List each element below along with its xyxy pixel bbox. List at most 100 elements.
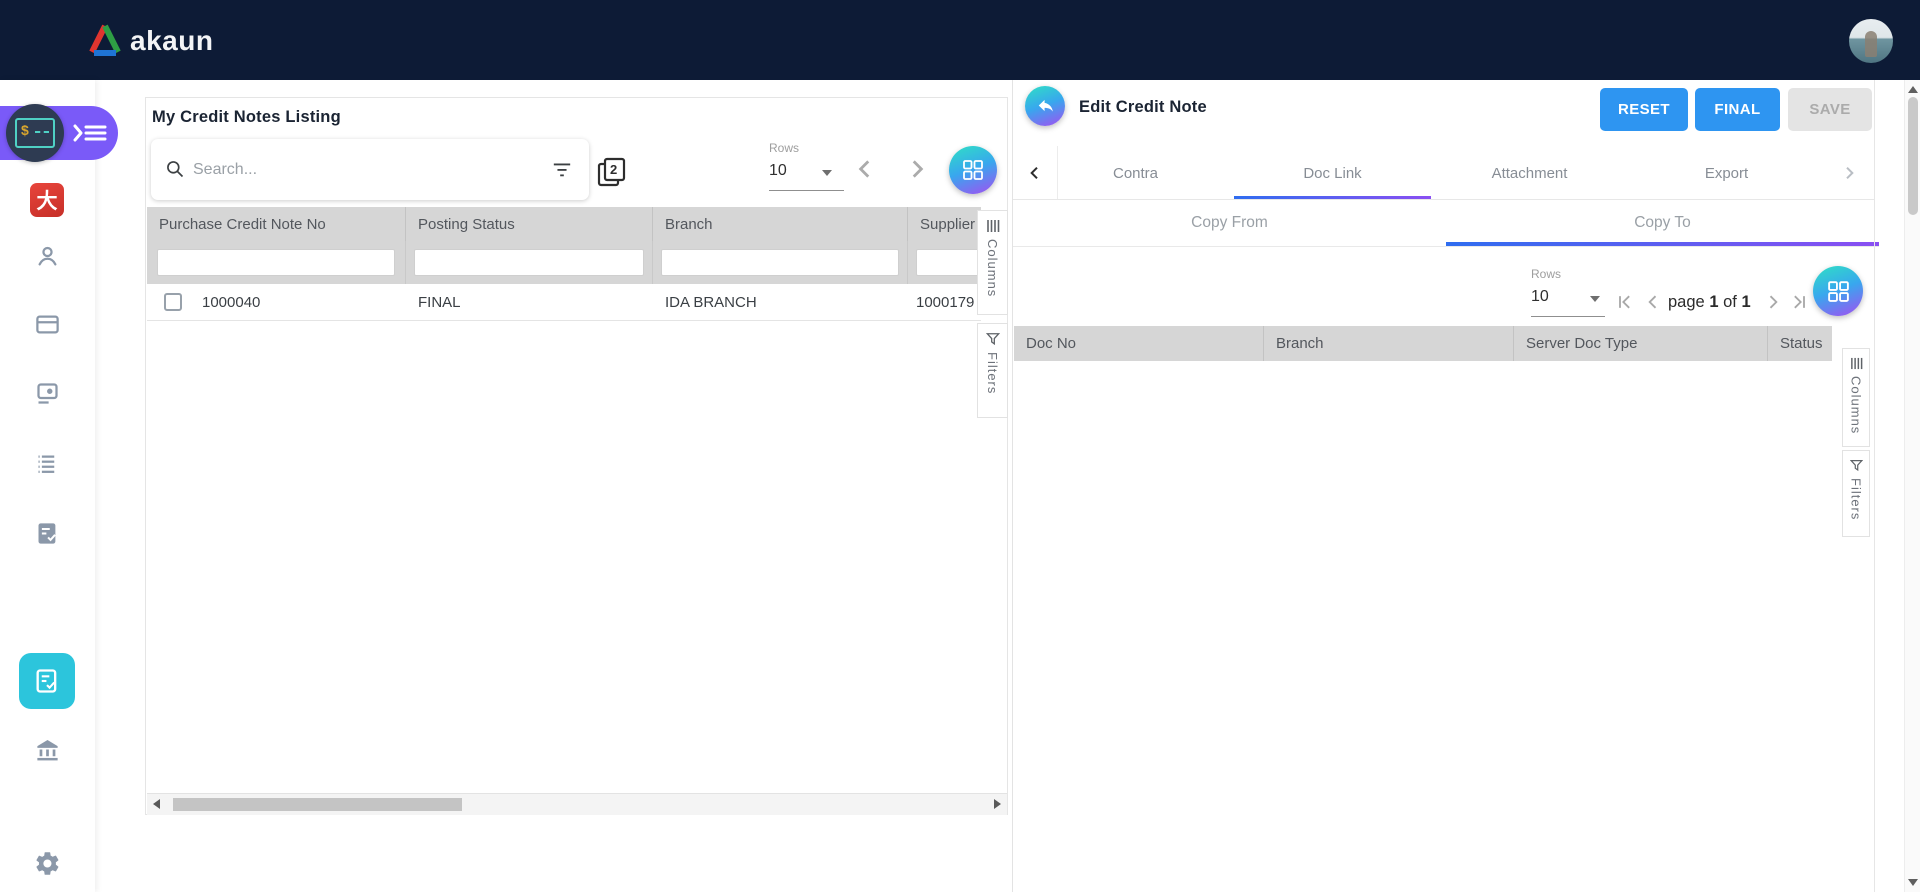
filters-side-tab[interactable]: Filters — [1842, 450, 1870, 537]
editor-title: Edit Credit Note — [1079, 98, 1207, 117]
pages-icon-label: 2 — [610, 162, 617, 177]
rows-per-page-value[interactable]: 10 — [769, 162, 787, 180]
grid-icon — [961, 158, 985, 182]
grid-view-button[interactable] — [949, 146, 997, 194]
rows-dropdown-caret[interactable] — [822, 170, 832, 176]
tab-contra[interactable]: Contra — [1037, 146, 1234, 200]
column-divider — [405, 207, 406, 241]
scroll-up-arrow[interactable] — [1908, 86, 1918, 93]
vertical-scrollbar-thumb[interactable] — [1908, 97, 1918, 215]
columns-bars-icon — [1850, 357, 1863, 370]
doclink-table-header: Doc No Branch Server Doc Type Status — [1014, 326, 1832, 361]
next-page-icon[interactable] — [1763, 292, 1783, 312]
columns-side-tab-label: Columns — [1849, 376, 1864, 434]
first-page-icon[interactable] — [1615, 292, 1635, 312]
rows-underline — [769, 190, 844, 191]
wallet-icon[interactable] — [34, 311, 61, 338]
row-checkbox[interactable] — [164, 293, 182, 311]
columns-side-tab-label: Columns — [985, 239, 1000, 297]
col-header-doc-no[interactable]: Doc No — [1014, 326, 1263, 361]
back-arrow-icon — [1035, 96, 1055, 116]
search-box — [151, 139, 589, 200]
listing-title: My Credit Notes Listing — [152, 108, 341, 127]
col-header-branch[interactable]: Branch — [1264, 326, 1513, 361]
page-indicator: page 1 of 1 — [1668, 293, 1751, 312]
prev-page-chevron[interactable] — [852, 156, 878, 182]
column-divider — [1263, 326, 1264, 361]
settings-gear-icon[interactable] — [34, 850, 61, 877]
last-page-icon[interactable] — [1789, 292, 1809, 312]
expand-menu-icon[interactable] — [72, 122, 108, 144]
tab-doc-link[interactable]: Doc Link — [1234, 146, 1431, 200]
filter-input-branch[interactable] — [661, 249, 899, 276]
filter-input-supplier[interactable] — [916, 249, 981, 276]
grid-icon — [1826, 279, 1851, 304]
filters-side-tab-label: Filters — [985, 352, 1000, 394]
tab-attachment[interactable]: Attachment — [1431, 146, 1628, 200]
listing-filter-row — [147, 241, 981, 284]
rows-per-page-label: Rows — [769, 141, 799, 155]
page-word: page — [1668, 293, 1705, 311]
prev-page-icon[interactable] — [1643, 292, 1663, 312]
horizontal-scrollbar-thumb[interactable] — [173, 798, 462, 811]
col-header-purchase-credit-note-no[interactable]: Purchase Credit Note No — [147, 207, 405, 241]
reset-button[interactable]: RESET — [1600, 88, 1688, 131]
tabs-scroll-right[interactable] — [1841, 165, 1857, 186]
col-header-status[interactable]: Status — [1768, 326, 1832, 361]
search-input[interactable] — [191, 155, 495, 185]
search-icon — [165, 159, 185, 179]
card-terminal-icon[interactable] — [34, 380, 61, 407]
horizontal-scrollbar[interactable] — [147, 793, 1007, 815]
app-root: akaun 大 — [0, 0, 1920, 892]
doc-check-icon[interactable] — [34, 520, 61, 547]
akaun-logo-icon — [86, 23, 124, 57]
sidebar-item-app[interactable]: 大 — [30, 183, 64, 217]
col-header-supplier[interactable]: Supplier I — [908, 207, 981, 241]
cheque-dashes — [35, 131, 49, 133]
filter-input-posting-status[interactable] — [414, 249, 644, 276]
grid-view-button[interactable] — [1813, 266, 1863, 316]
credit-notes-listing-panel: My Credit Notes Listing 2 Rows 10 — [145, 97, 1008, 815]
columns-side-tab[interactable]: Columns — [1842, 348, 1870, 447]
subtab-copy-to[interactable]: Copy To — [1446, 200, 1879, 246]
user-avatar[interactable] — [1849, 19, 1893, 63]
col-header-branch[interactable]: Branch — [653, 207, 907, 241]
money-module-button[interactable]: $ — [6, 104, 64, 162]
filter-lines-icon[interactable] — [551, 159, 573, 179]
scroll-left-arrow[interactable] — [153, 799, 160, 809]
active-subtab-indicator — [1446, 242, 1879, 246]
save-button[interactable]: SAVE — [1788, 88, 1872, 131]
tab-export[interactable]: Export — [1628, 146, 1825, 200]
final-button[interactable]: FINAL — [1695, 88, 1780, 131]
cell-branch: IDA BRANCH — [665, 284, 757, 320]
dollar-glyph: $ — [21, 123, 29, 137]
table-row[interactable]: 1000040 FINAL IDA BRANCH 1000179 — [147, 284, 981, 321]
rows-dropdown-caret[interactable] — [1590, 296, 1600, 302]
chevron-right-icon — [1841, 165, 1857, 181]
scroll-right-arrow[interactable] — [994, 799, 1001, 809]
bank-icon[interactable] — [34, 736, 61, 763]
cell-posting-status: FINAL — [418, 284, 461, 320]
scroll-down-arrow[interactable] — [1908, 879, 1918, 886]
edit-credit-note-panel: Edit Credit Note RESET FINAL SAVE Contra… — [1012, 80, 1904, 892]
vertical-scrollbar[interactable] — [1904, 80, 1920, 892]
receipt-icon[interactable] — [34, 451, 61, 478]
columns-bars-icon — [986, 219, 1000, 233]
rows-per-page-label: Rows — [1531, 267, 1561, 281]
back-button[interactable] — [1025, 86, 1065, 126]
copy-subtab-strip: Copy From Copy To — [1013, 200, 1879, 247]
col-header-server-doc-type[interactable]: Server Doc Type — [1514, 326, 1767, 361]
editor-tab-strip: Contra Doc Link Attachment Export — [1013, 146, 1874, 200]
columns-side-tab[interactable]: Columns — [977, 210, 1008, 315]
rows-per-page-value[interactable]: 10 — [1531, 288, 1549, 306]
col-header-posting-status[interactable]: Posting Status — [406, 207, 652, 241]
cheque-icon: $ — [15, 118, 55, 148]
pages-button[interactable]: 2 — [596, 156, 628, 188]
contacts-icon[interactable] — [34, 243, 61, 270]
filter-input-credit-note-no[interactable] — [157, 249, 395, 276]
sidebar-item-credit-notes-active[interactable] — [19, 653, 75, 709]
cell-credit-note-no: 1000040 — [202, 284, 260, 320]
filters-side-tab[interactable]: Filters — [977, 323, 1008, 418]
subtab-copy-from[interactable]: Copy From — [1013, 200, 1446, 246]
next-page-chevron[interactable] — [904, 156, 930, 182]
